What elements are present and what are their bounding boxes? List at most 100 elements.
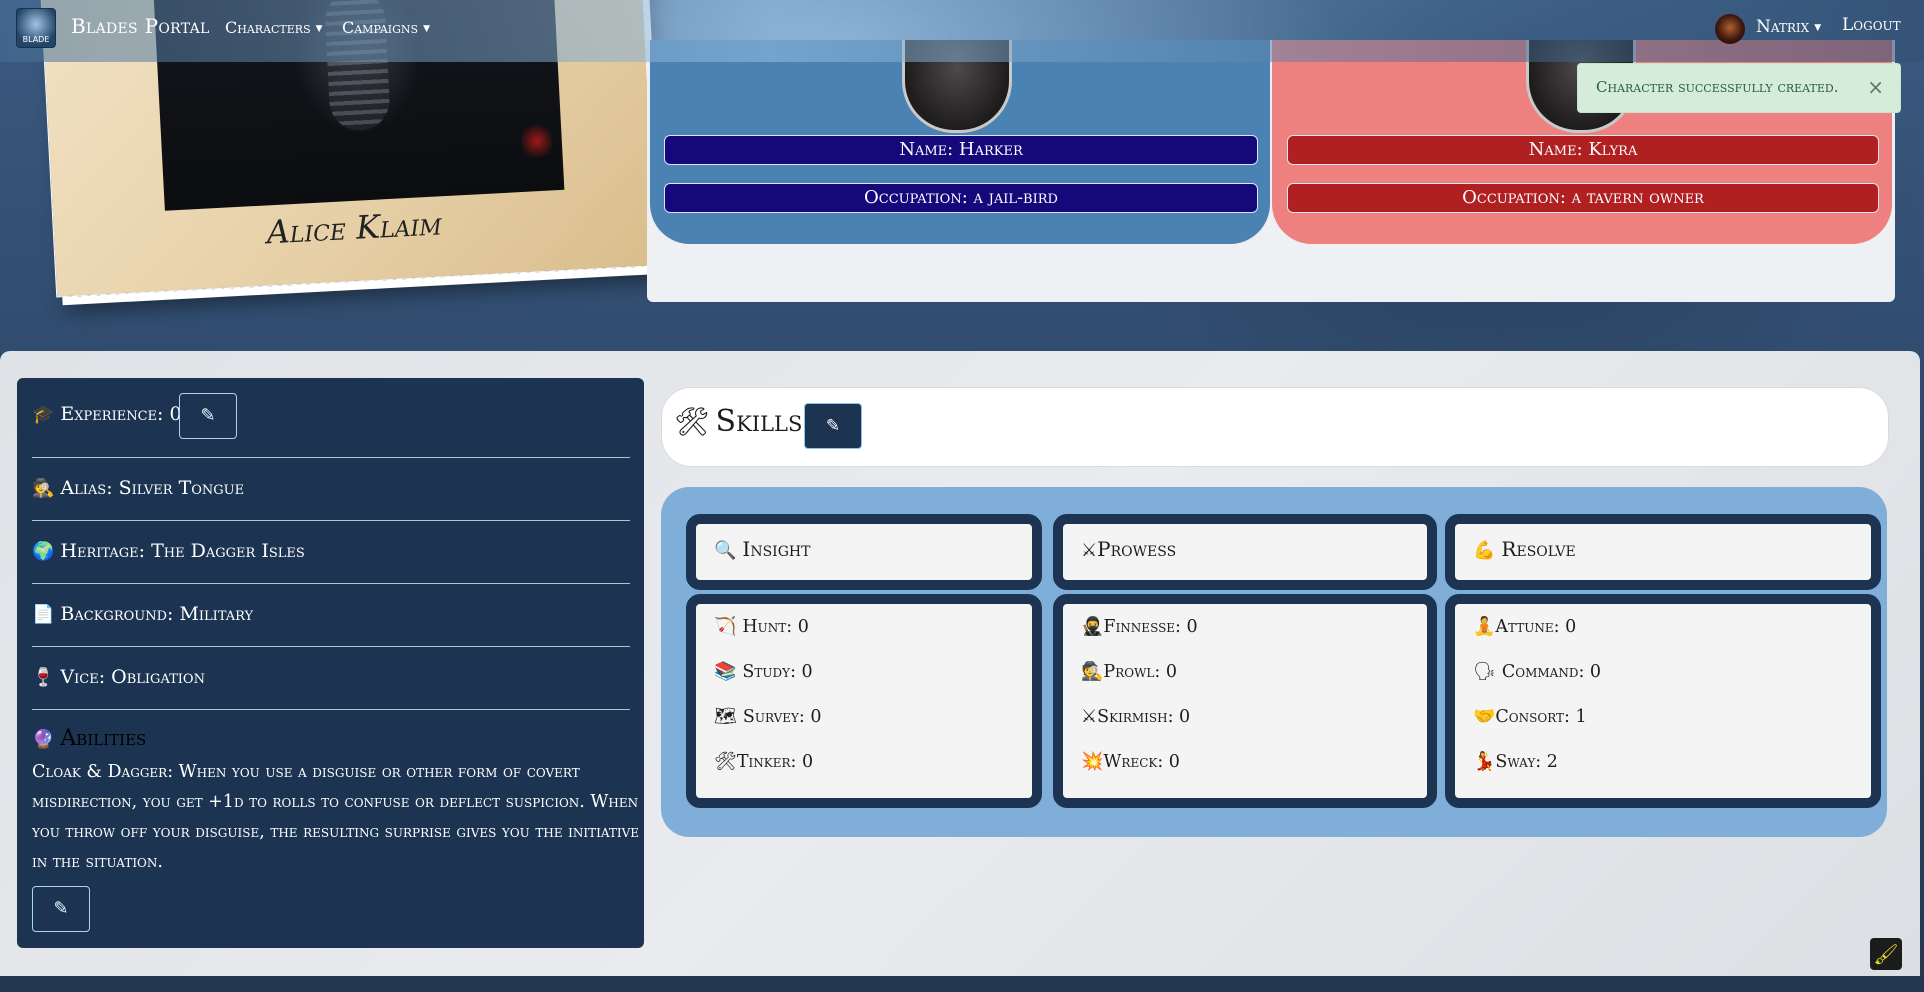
skill-tinker: 🛠Tinker: 0 — [714, 751, 813, 772]
vice-label: Vice: Obligation — [60, 666, 205, 688]
abilities-title: Abilities — [60, 726, 147, 751]
resolve-skills: 🧘Attune: 0 🗣 Command: 0 🤝Consort: 1 💃Sway… — [1445, 594, 1881, 808]
skill-text: Skirmish: 0 — [1097, 707, 1191, 727]
user-avatar[interactable] — [1715, 14, 1745, 44]
contact-name: Name: Klyra — [1287, 135, 1879, 165]
skill-sway: 💃Sway: 2 — [1473, 751, 1558, 772]
edit-skills-button[interactable]: ✎ — [804, 403, 862, 449]
user-menu-dropdown[interactable]: Natrix ▼ — [1756, 17, 1821, 37]
skill-text: Finnesse: 0 — [1103, 617, 1198, 637]
skill-prowl: 🕵Prowl: 0 — [1081, 661, 1177, 682]
divider — [32, 583, 630, 584]
nav-campaigns-dropdown[interactable]: Campaigns ▼ — [342, 18, 430, 37]
skill-attune: 🧘Attune: 0 — [1473, 616, 1576, 637]
logout-link[interactable]: Logout — [1842, 15, 1901, 35]
chevron-down-icon: ▼ — [315, 23, 323, 34]
books-icon: 📚 — [714, 661, 737, 682]
divider — [32, 520, 630, 521]
nav-characters-label: Characters — [225, 18, 311, 37]
skill-finnesse: 🥷Finnesse: 0 — [1081, 616, 1198, 637]
ninja-icon: 🥷 — [1081, 616, 1104, 637]
top-navbar: BLADE Blades Portal Characters ▼ Campaign… — [0, 0, 1924, 62]
contact-occupation: Occupation: a tavern owner — [1287, 183, 1879, 213]
dancer-icon: 💃 — [1473, 751, 1496, 772]
skill-wreck: 💥Wreck: 0 — [1081, 751, 1180, 772]
divider — [32, 646, 630, 647]
skill-text: Prowl: 0 — [1103, 662, 1177, 682]
divider — [32, 709, 630, 710]
experience-row: 🎓 Experience: 0 — [32, 403, 630, 425]
nav-characters-dropdown[interactable]: Characters ▼ — [225, 18, 323, 37]
map-icon: 🗺 — [714, 706, 737, 727]
wine-glass-icon: 🍷 — [32, 667, 55, 688]
prowess-skills: 🥷Finnesse: 0 🕵Prowl: 0 ⚔Skirmish: 0 💥Wre… — [1053, 594, 1437, 808]
crossed-swords-icon: ⚔ — [1081, 540, 1098, 561]
brand-logo-text: BLADE — [22, 35, 50, 44]
attribute-resolve: 💪 Resolve — [1445, 514, 1881, 590]
brand-logo[interactable]: BLADE — [16, 8, 56, 48]
skill-survey: 🗺 Survey: 0 — [714, 706, 822, 727]
chevron-down-icon: ▼ — [1814, 22, 1822, 33]
skill-text: Command: 0 — [1501, 662, 1602, 682]
edit-experience-button[interactable]: ✎ — [179, 393, 237, 439]
flexed-bicep-icon: 💪 — [1473, 540, 1496, 561]
crossed-swords-icon: ⚔ — [1081, 706, 1098, 727]
user-name: Natrix — [1756, 17, 1810, 37]
skill-text: Hunt: 0 — [742, 617, 809, 637]
skill-text: Attune: 0 — [1495, 617, 1577, 637]
portrait-caption: Alice Klaim — [265, 204, 443, 252]
abilities-heading: 🔮 Abilities — [32, 726, 146, 751]
skill-command: 🗣 Command: 0 — [1473, 661, 1601, 682]
nav-campaigns-label: Campaigns — [342, 18, 419, 37]
insight-skills: 🏹 Hunt: 0 📚 Study: 0 🗺 Survey: 0 🛠Tinker: 0 — [686, 594, 1042, 808]
abilities-description: Cloak & Dagger: When you use a disguise … — [32, 762, 640, 872]
portrait-detail — [520, 120, 553, 162]
speaking-head-icon: 🗣 — [1473, 661, 1496, 682]
detective-icon: 🕵 — [32, 478, 55, 499]
tools-icon: 🛠 — [714, 751, 737, 772]
background-label: Background: Military — [60, 603, 254, 625]
skill-text: Consort: 1 — [1495, 707, 1587, 727]
toast-message: Character successfully created. — [1596, 78, 1839, 96]
skill-text: Tinker: 0 — [736, 752, 814, 772]
paintbrush-icon[interactable]: 🖌 — [1870, 938, 1902, 970]
skill-consort: 🤝Consort: 1 — [1473, 706, 1587, 727]
success-toast: Character successfully created. × — [1577, 63, 1901, 113]
skills-title-text: Skills — [715, 404, 803, 439]
chevron-down-icon: ▼ — [423, 23, 430, 34]
skills-title: 🛠 Skills — [674, 404, 802, 439]
vice-row: 🍷 Vice: Obligation — [32, 666, 630, 688]
attribute-label: ⚔Prowess — [1081, 537, 1176, 561]
experience-label: Experience: 0 — [60, 403, 182, 425]
attribute-insight: 🔍 Insight — [686, 514, 1042, 590]
skill-text: Wreck: 0 — [1103, 752, 1180, 772]
skill-skirmish: ⚔Skirmish: 0 — [1081, 706, 1190, 727]
skill-text: Study: 0 — [742, 662, 813, 682]
close-icon[interactable]: × — [1867, 75, 1884, 99]
meditation-icon: 🧘 — [1473, 616, 1496, 637]
contact-name: Name: Harker — [664, 135, 1258, 165]
brand-name[interactable]: Blades Portal — [71, 14, 210, 38]
skill-study: 📚 Study: 0 — [714, 661, 813, 682]
attribute-label: 🔍 Insight — [714, 537, 810, 561]
skill-text: Sway: 2 — [1495, 752, 1558, 772]
skill-text: Survey: 0 — [742, 707, 822, 727]
edit-abilities-button[interactable]: ✎ — [32, 886, 90, 932]
alias-row: 🕵 Alias: Silver Tongue — [32, 477, 630, 499]
detective-icon: 🕵 — [1081, 661, 1104, 682]
globe-icon: 🌍 — [32, 541, 55, 562]
skill-hunt: 🏹 Hunt: 0 — [714, 616, 809, 637]
document-icon: 📄 — [32, 604, 55, 625]
handshake-icon: 🤝 — [1473, 706, 1496, 727]
alias-label: Alias: Silver Tongue — [60, 477, 245, 499]
tools-icon: 🛠 — [674, 405, 710, 438]
crystal-ball-icon: 🔮 — [32, 729, 55, 750]
attribute-name: Prowess — [1097, 537, 1177, 561]
attribute-name: Insight — [742, 537, 811, 561]
graduation-cap-icon: 🎓 — [32, 404, 55, 425]
bow-icon: 🏹 — [714, 616, 737, 637]
contact-occupation: Occupation: a jail-bird — [664, 183, 1258, 213]
attribute-label: 💪 Resolve — [1473, 537, 1576, 561]
attribute-prowess: ⚔Prowess — [1053, 514, 1437, 590]
explosion-icon: 💥 — [1081, 751, 1104, 772]
